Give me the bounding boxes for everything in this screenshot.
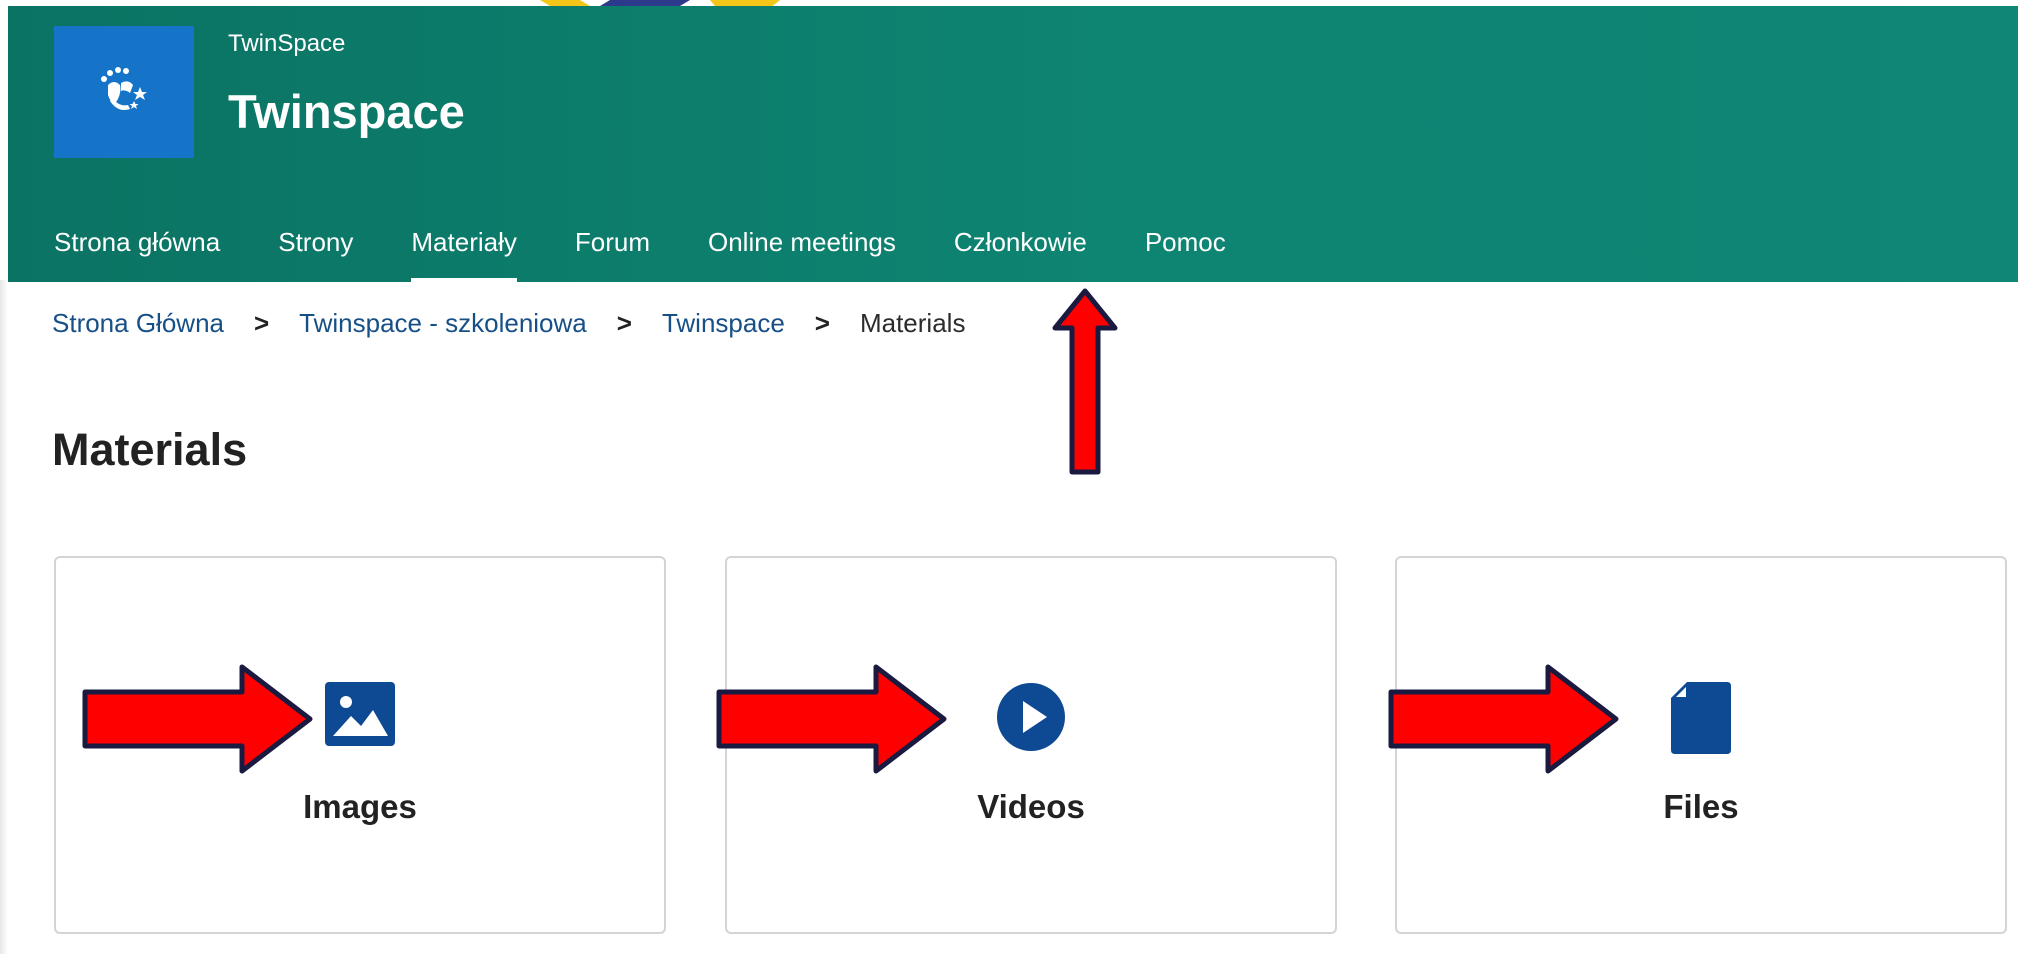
brand-small-label: TwinSpace bbox=[228, 30, 346, 57]
breadcrumb-separator: > bbox=[616, 308, 632, 338]
nav-item-home[interactable]: Strona główna bbox=[54, 222, 220, 282]
nav-item-help[interactable]: Pomoc bbox=[1145, 222, 1226, 282]
annotation-arrow-right bbox=[82, 664, 313, 774]
play-circle-icon bbox=[996, 682, 1066, 757]
breadcrumb-project[interactable]: Twinspace - szkoleniowa bbox=[299, 308, 587, 339]
breadcrumb: Strona Główna > Twinspace - szkoleniowa … bbox=[52, 308, 965, 339]
annotation-arrow-up bbox=[1052, 288, 1118, 475]
site-header: TwinSpace Twinspace Strona główna Strony… bbox=[8, 6, 2018, 282]
image-icon bbox=[325, 682, 395, 751]
annotation-arrow-right bbox=[716, 664, 947, 774]
images-card-label: Images bbox=[303, 788, 417, 825]
file-icon bbox=[1671, 682, 1731, 759]
breadcrumb-twinspace[interactable]: Twinspace bbox=[662, 308, 785, 339]
main-nav: Strona główna Strony Materiały Forum Onl… bbox=[54, 222, 1284, 282]
files-card-label: Files bbox=[1663, 788, 1739, 825]
space-title[interactable]: Twinspace bbox=[228, 84, 465, 139]
etwinning-logo-icon bbox=[101, 67, 147, 110]
site-logo[interactable] bbox=[54, 26, 194, 158]
nav-item-forum[interactable]: Forum bbox=[575, 222, 650, 282]
nav-item-online-meetings[interactable]: Online meetings bbox=[708, 222, 896, 282]
nav-item-pages[interactable]: Strony bbox=[278, 222, 353, 282]
breadcrumb-separator: > bbox=[814, 308, 830, 338]
annotation-arrow-right bbox=[1388, 664, 1619, 774]
page-title: Materials bbox=[52, 424, 248, 475]
breadcrumb-current: Materials bbox=[859, 308, 966, 338]
breadcrumb-separator: > bbox=[253, 308, 270, 338]
breadcrumb-home[interactable]: Strona Główna bbox=[52, 308, 224, 339]
nav-item-materials[interactable]: Materiały bbox=[411, 222, 518, 282]
videos-card-label: Videos bbox=[977, 788, 1085, 825]
nav-item-members[interactable]: Członkowie bbox=[954, 222, 1087, 282]
left-edge-shadow bbox=[0, 280, 8, 954]
